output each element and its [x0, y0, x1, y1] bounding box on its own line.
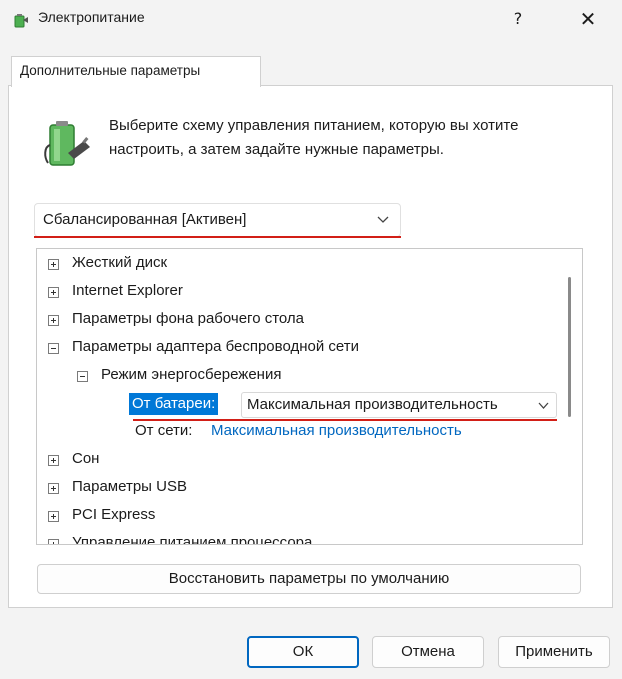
- on-battery-value: Максимальная производительность: [247, 396, 498, 413]
- power-scheme-dropdown[interactable]: Сбалансированная [Активен]: [34, 203, 401, 237]
- instruction-text: Выберите схему управления питанием, кото…: [109, 117, 519, 158]
- ok-button[interactable]: ОК: [247, 636, 359, 668]
- tree-item-label: Управление питанием процессора: [72, 534, 313, 545]
- apply-button[interactable]: Применить: [498, 636, 610, 668]
- expand-icon[interactable]: [48, 511, 59, 522]
- expand-icon[interactable]: [48, 539, 59, 544]
- collapse-icon[interactable]: [77, 371, 88, 382]
- chevron-down-icon: [377, 216, 389, 223]
- on-battery-dropdown[interactable]: Максимальная производительность: [241, 392, 557, 418]
- tree-item-label: Параметры фона рабочего стола: [72, 310, 305, 327]
- expand-icon[interactable]: [48, 455, 59, 466]
- restore-defaults-button[interactable]: Восстановить параметры по умолчанию: [37, 564, 581, 594]
- tree-item-label: Параметры USB: [72, 478, 187, 495]
- expand-icon[interactable]: [48, 483, 59, 494]
- highlight-underline: [34, 236, 401, 238]
- expand-icon[interactable]: [48, 287, 59, 298]
- collapse-icon[interactable]: [48, 343, 59, 354]
- settings-tree[interactable]: Жесткий диск Internet Explorer Параметры…: [36, 248, 583, 545]
- highlight-underline: [133, 419, 557, 421]
- chevron-down-icon: [537, 399, 550, 412]
- tab-advanced-settings[interactable]: Дополнительные параметры: [11, 56, 261, 87]
- tree-item-label: Жесткий диск: [72, 254, 168, 271]
- battery-plug-icon: [44, 121, 90, 166]
- title-bar: Электропитание ? ✕: [0, 0, 622, 40]
- settings-panel: Выберите схему управления питанием, кото…: [8, 85, 613, 608]
- cancel-button[interactable]: Отмена: [372, 636, 484, 668]
- close-button[interactable]: ✕: [570, 4, 606, 34]
- tab-label: Дополнительные параметры: [20, 63, 201, 78]
- expand-icon[interactable]: [48, 315, 59, 326]
- tree-item-label: Сон: [72, 450, 100, 467]
- tree-item-label: PCI Express: [72, 506, 156, 523]
- power-scheme-value: Сбалансированная [Активен]: [43, 211, 247, 228]
- on-ac-value-link[interactable]: Максимальная производительность: [211, 422, 462, 439]
- scrollbar-thumb[interactable]: [568, 277, 571, 417]
- tree-item-label: Internet Explorer: [72, 282, 183, 299]
- on-ac-label: От сети:: [135, 422, 193, 439]
- tree-item-label: Параметры адаптера беспроводной сети: [72, 338, 359, 355]
- on-battery-label: От батареи:: [129, 393, 219, 415]
- help-button[interactable]: ?: [500, 4, 536, 34]
- power-options-window: Электропитание ? ✕ Дополнительные параме…: [0, 0, 622, 679]
- power-options-icon: [14, 14, 28, 28]
- tree-item-label: Режим энергосбережения: [101, 366, 282, 383]
- expand-icon[interactable]: [48, 259, 59, 270]
- window-title: Электропитание: [38, 9, 145, 25]
